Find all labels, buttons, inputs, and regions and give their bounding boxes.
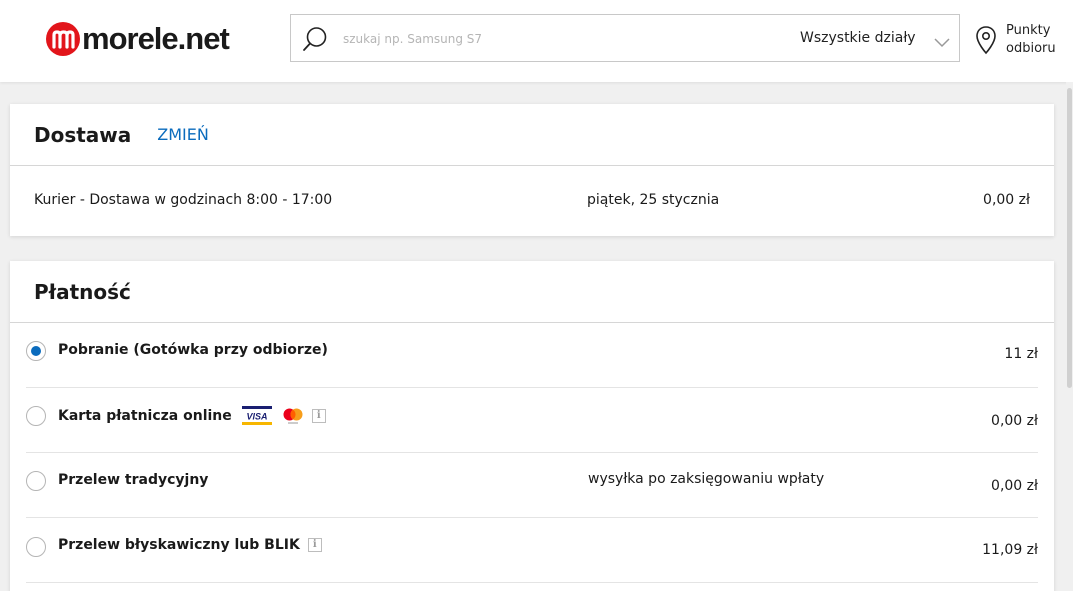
delivery-header: Dostawa ZMIEŃ [10, 104, 1054, 166]
department-select-label: Wszystkie działy [800, 30, 916, 46]
payment-option-blik[interactable]: Przelew błyskawiczny lub BLIK i 11,09 zł [26, 518, 1038, 583]
payment-radio-blik[interactable] [26, 537, 46, 557]
payment-price-card: 0,00 zł [991, 413, 1038, 429]
mastercard-icon [282, 407, 304, 425]
delivery-date: piątek, 25 stycznia [587, 192, 720, 208]
search-icon[interactable] [301, 25, 329, 53]
visa-icon: VISA [241, 406, 272, 425]
delivery-title: Dostawa [34, 122, 132, 147]
pickup-points-label: Punkty odbioru [1006, 22, 1056, 58]
scrollbar-thumb[interactable] [1067, 88, 1072, 388]
payment-option-cod[interactable]: Pobranie (Gotówka przy odbiorze) 11 zł [26, 323, 1038, 388]
info-icon[interactable]: i [307, 538, 322, 552]
search-bar: Wszystkie działy [290, 14, 960, 62]
pickup-line1: Punkty [1006, 23, 1051, 38]
payment-note-transfer: wysyłka po zaksięgowaniu wpłaty [588, 471, 825, 487]
payment-options-list: Pobranie (Gotówka przy odbiorze) 11 zł K… [26, 323, 1038, 583]
payment-title: Płatność [34, 279, 131, 304]
map-pin-icon [974, 25, 998, 55]
payment-price-blik: 11,09 zł [982, 542, 1038, 558]
delivery-price: 0,00 zł [983, 192, 1030, 208]
payment-label-transfer: Przelew tradycyjny [58, 472, 208, 488]
change-delivery-link[interactable]: ZMIEŃ [157, 125, 209, 144]
pickup-line2: odbioru [1006, 41, 1056, 56]
payment-option-card[interactable]: Karta płatnicza online VISA i 0,00 zł [26, 388, 1038, 453]
payment-option-transfer[interactable]: Przelew tradycyjny wysyłka po zaksięgowa… [26, 453, 1038, 518]
logo-text: morele.net [82, 21, 230, 56]
delivery-method: Kurier - Dostawa w godzinach 8:00 - 17:0… [34, 192, 333, 208]
payment-price-cod: 11 zł [1004, 346, 1038, 362]
payment-option-label: Karta płatnicza online [58, 407, 232, 424]
payment-option-label: Pobranie (Gotówka przy odbiorze) [58, 342, 328, 358]
payment-option-label: Przelew błyskawiczny lub BLIK [58, 537, 300, 553]
page-scrollbar[interactable] [1066, 82, 1073, 591]
delivery-method-row: Kurier - Dostawa w godzinach 8:00 - 17:0… [10, 166, 1054, 236]
payment-price-transfer: 0,00 zł [991, 478, 1038, 494]
morele-logo[interactable]: morele.net [46, 21, 230, 57]
payment-radio-card[interactable] [26, 406, 46, 426]
payment-section: Płatność Pobranie (Gotówka przy odbiorze… [10, 261, 1054, 591]
department-select[interactable]: Wszystkie działy [800, 15, 916, 61]
svg-text:VISA: VISA [246, 412, 267, 422]
payment-label-card: Karta płatnicza online VISA i [58, 406, 326, 425]
chevron-down-icon[interactable] [934, 33, 950, 48]
payment-label-cod: Pobranie (Gotówka przy odbiorze) [58, 342, 328, 358]
search-input[interactable] [343, 27, 763, 51]
logo-mark-icon [46, 22, 80, 56]
delivery-section: Dostawa ZMIEŃ Kurier - Dostawa w godzina… [10, 104, 1054, 236]
pickup-points-link[interactable]: Punkty odbioru [974, 20, 1056, 60]
site-header: morele.net Wszystkie działy Punkty odbio… [0, 0, 1073, 82]
payment-radio-transfer[interactable] [26, 471, 46, 491]
info-icon[interactable]: i [311, 408, 326, 423]
payment-radio-cod[interactable] [26, 341, 46, 361]
payment-header: Płatność [10, 261, 1054, 323]
payment-option-label: Przelew tradycyjny [58, 472, 209, 488]
payment-label-blik: Przelew błyskawiczny lub BLIK i [58, 537, 322, 553]
